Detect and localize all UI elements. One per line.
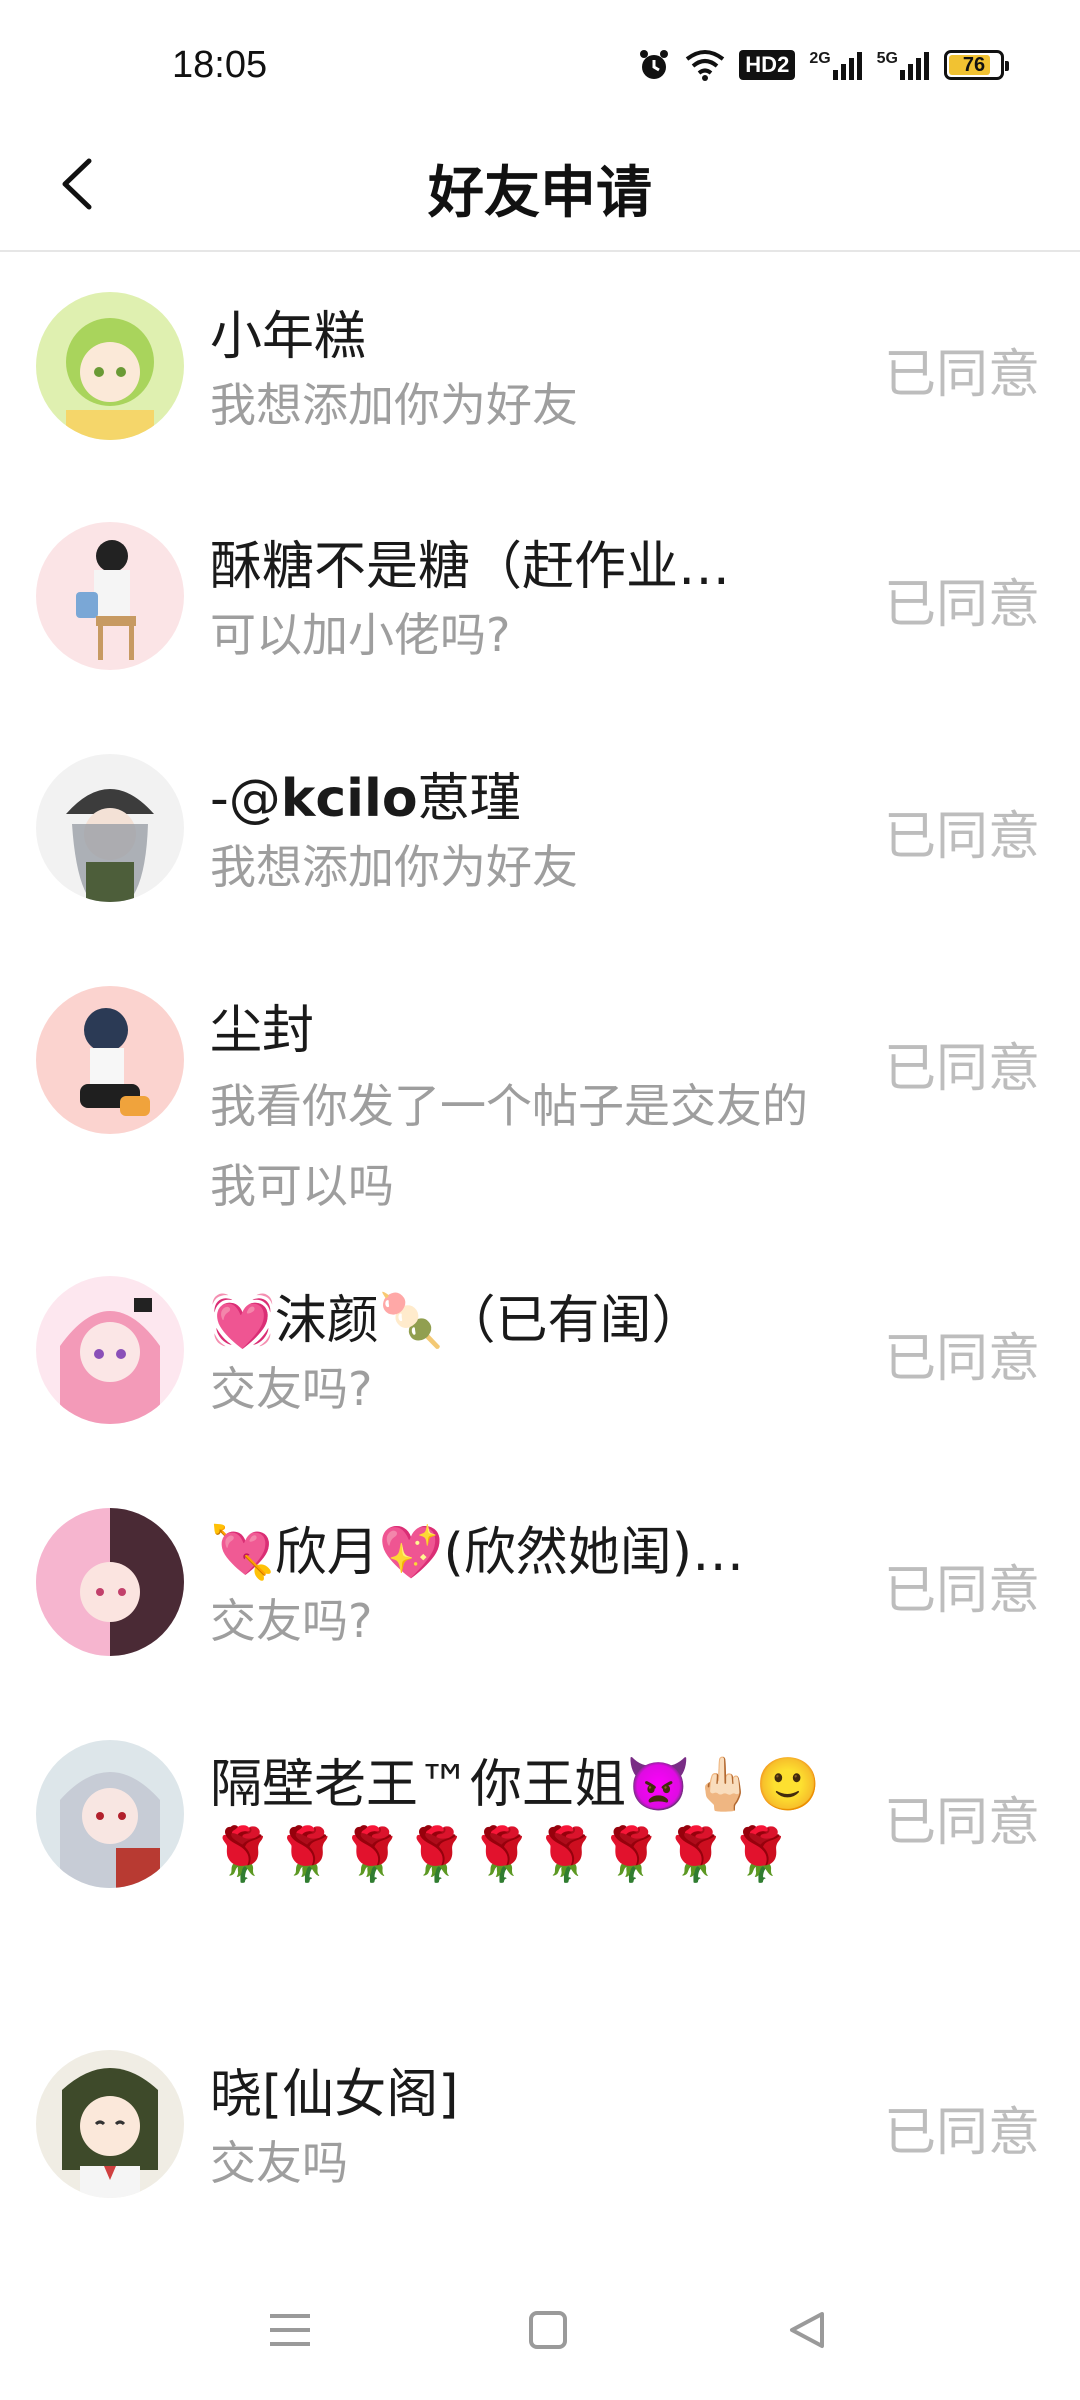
alarm-icon <box>637 48 671 82</box>
avatar <box>36 1740 184 1888</box>
friend-request-list: 小年糕 我想添加你为好友 已同意 酥糖不是糖（赶作业… 可以加小佬吗? 已同意 <box>0 252 1080 2242</box>
request-message: 我看你发了一个帖子是交友的我可以吗 <box>210 1079 808 1213</box>
list-item[interactable]: 💓沫颜🍡（已有闺） 交友吗? 已同意 <box>0 1236 1080 1468</box>
list-item[interactable]: 酥糖不是糖（赶作业… 可以加小佬吗? 已同意 <box>0 482 1080 714</box>
signal-icon: 2G <box>809 50 862 80</box>
request-message: 交友吗? <box>210 1362 373 1416</box>
request-name: 💓沫颜🍡（已有闺） <box>210 1291 704 1351</box>
request-message: 我想添加你为好友 <box>210 378 578 432</box>
list-item[interactable]: 💘欣月💖(欣然她闺)… 交友吗? 已同意 <box>0 1468 1080 1700</box>
request-message: 我想添加你为好友 <box>210 840 578 894</box>
request-name: 隔壁老王™你王姐👿🖕🏻🙂🌹🌹🌹🌹🌹🌹🌹🌹🌹 <box>210 1755 821 1885</box>
status-icons: HD2 2G 5G 76 <box>637 48 1009 82</box>
hd-icon: HD2 <box>739 50 796 80</box>
list-item[interactable]: 小年糕 我想添加你为好友 已同意 <box>0 252 1080 482</box>
name-suffix: 葸瑾 <box>417 769 522 829</box>
home-button[interactable] <box>508 2290 588 2370</box>
list-item[interactable]: 隔壁老王™你王姐👿🖕🏻🙂🌹🌹🌹🌹🌹🌹🌹🌹🌹 已同意 <box>0 1700 1080 2010</box>
avatar <box>36 1508 184 1656</box>
back-nav-button[interactable] <box>766 2290 846 2370</box>
request-message: 可以加小佬吗? <box>210 608 511 662</box>
status-label: 已同意 <box>883 1039 1040 1099</box>
list-item[interactable]: 晓[仙女阁] 交友吗 已同意 <box>0 2010 1080 2242</box>
request-message: 交友吗 <box>210 2136 348 2190</box>
avatar <box>36 1276 184 1424</box>
request-name: 尘封 <box>210 1001 315 1061</box>
request-name: 晓[仙女阁] <box>210 2065 459 2125</box>
avatar <box>36 522 184 670</box>
battery-level: 76 <box>962 53 986 76</box>
status-time: 18:05 <box>172 44 268 86</box>
wifi-icon <box>685 49 725 81</box>
request-name: 酥糖不是糖（赶作业… <box>210 537 731 597</box>
status-label: 已同意 <box>883 2103 1040 2163</box>
request-name: 小年糕 <box>210 307 367 367</box>
avatar <box>36 986 184 1134</box>
menu-button[interactable] <box>250 2290 330 2370</box>
avatar <box>36 292 184 440</box>
request-message: 交友吗? <box>210 1594 373 1648</box>
system-navigation-bar <box>0 2260 1080 2400</box>
list-item[interactable]: 尘封 我看你发了一个帖子是交友的我可以吗 已同意 <box>0 946 1080 1236</box>
name-prefix: -@ <box>210 769 281 829</box>
network-5g-label: 5G <box>876 50 898 67</box>
page-title: 好友申请 <box>428 161 652 226</box>
status-label: 已同意 <box>883 575 1040 635</box>
avatar <box>36 2050 184 2198</box>
back-triangle-icon <box>790 2312 824 2348</box>
home-square-icon <box>529 2311 567 2349</box>
menu-icon <box>270 2314 310 2346</box>
name-bold: kcilo <box>280 769 418 829</box>
status-label: 已同意 <box>883 1329 1040 1389</box>
battery-icon: 76 <box>944 50 1009 80</box>
signal-icon: 5G <box>877 50 930 80</box>
list-item[interactable]: -@kcilo葸瑾 我想添加你为好友 已同意 <box>0 714 1080 946</box>
header: 好友申请 <box>0 120 1080 252</box>
status-label: 已同意 <box>883 1561 1040 1621</box>
request-name: -@kcilo葸瑾 <box>210 764 850 834</box>
request-name: 💘欣月💖(欣然她闺)… <box>210 1523 745 1583</box>
status-label: 已同意 <box>883 345 1040 405</box>
network-2g-label: 2G <box>809 50 831 67</box>
avatar <box>36 754 184 902</box>
status-bar: 18:05 HD2 2G 5G 76 <box>0 0 1080 120</box>
status-label: 已同意 <box>883 807 1040 867</box>
status-label: 已同意 <box>883 1793 1040 1853</box>
